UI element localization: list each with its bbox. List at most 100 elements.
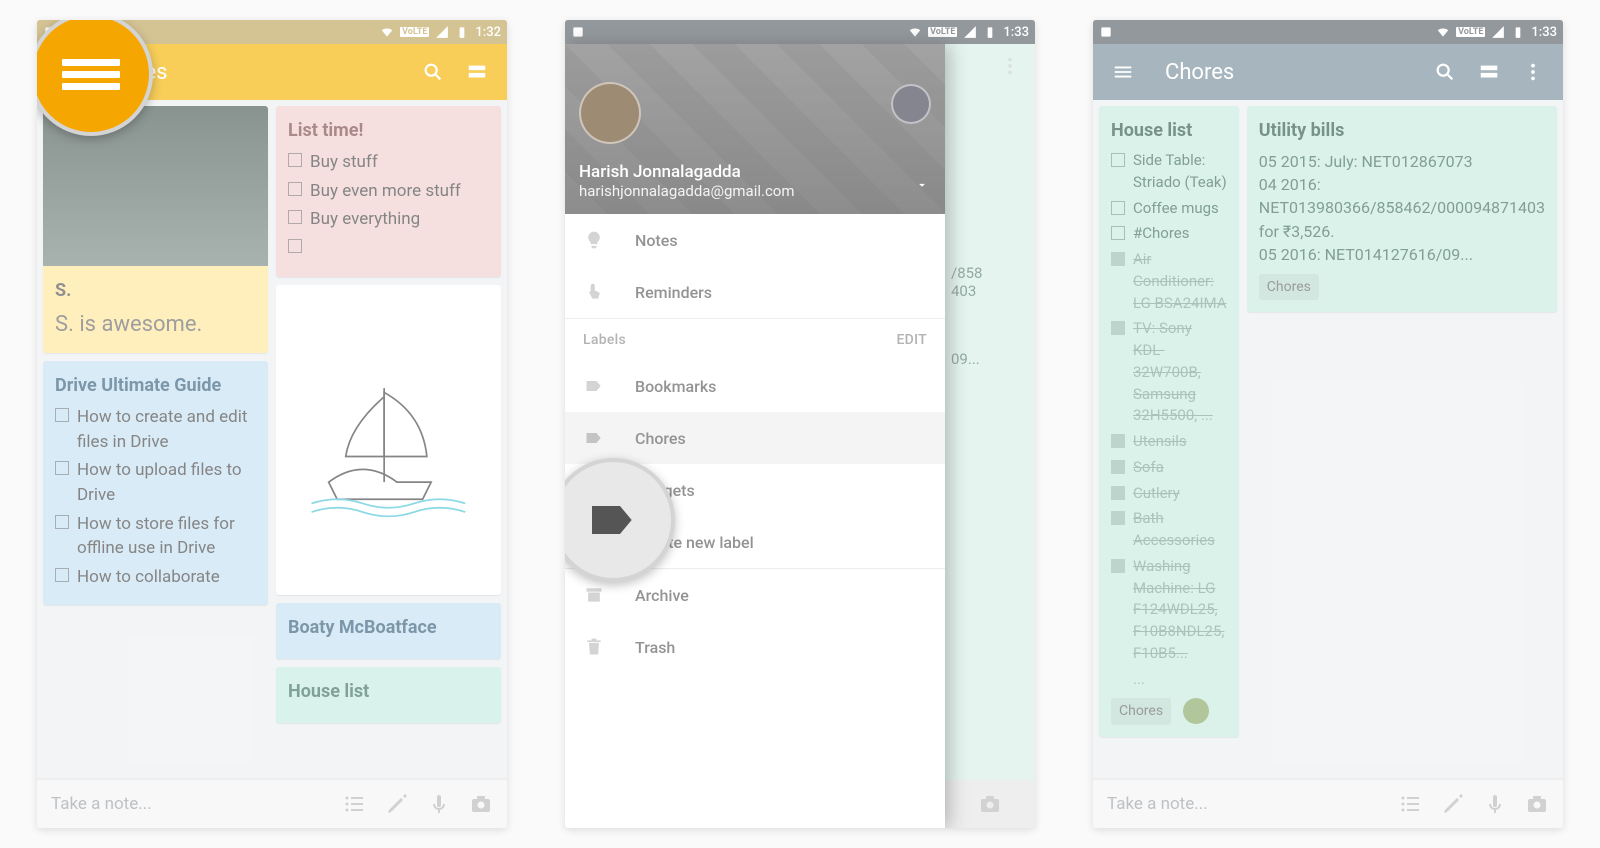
checklist-item: How to collaborate [55,565,256,590]
status-time: 1:33 [1003,25,1029,40]
battery-icon [1511,25,1525,39]
note-title: Utility bills [1259,118,1545,144]
labels-edit-button[interactable]: EDIT [896,332,927,348]
app-bar: Chores [1093,44,1563,100]
menu-button[interactable] [1101,50,1145,94]
overflow-button[interactable] [1511,50,1555,94]
new-photo-icon[interactable] [1525,792,1549,816]
nav-item-label: Archive [635,586,689,605]
lightbulb-icon [583,229,605,251]
label-bookmarks[interactable]: Bookmarks [565,360,945,412]
checklist-item-done: Washing Machine: LG F124WDL25, F10B8NDL2… [1111,556,1227,665]
wifi-icon [908,25,922,39]
label-icon [585,492,641,548]
new-list-icon[interactable] [343,792,367,816]
battery-icon [983,25,997,39]
label-chip[interactable]: Chores [1259,274,1319,300]
checklist-item-done: Air Conditioner: LG BSA24IMA [1111,249,1227,314]
appbar-title: Notes [109,60,411,85]
new-audio-icon[interactable] [1483,792,1507,816]
volte-badge: VoLTE [1456,27,1485,37]
bottom-peek [945,780,1035,828]
wifi-icon [1436,25,1450,39]
search-button[interactable] [1423,50,1467,94]
trash-icon [583,636,605,658]
note-title: House list [1111,118,1227,144]
labels-section-header: Labels EDIT [565,318,945,360]
navigation-drawer: Harish Jonnalagadda harishjonnalagadda@g… [565,44,945,828]
note-house-list[interactable]: House list Side Table: Striado (Teak) Co… [1099,106,1239,737]
account-email: harishjonnalagadda@gmail.com [579,182,931,200]
new-drawing-icon[interactable] [1441,792,1465,816]
collaborator-avatar[interactable] [1183,698,1209,724]
note-utility-bills[interactable]: Utility bills 05 2015: July: NET01286707… [1247,106,1557,312]
ship-drawing-icon [303,354,474,525]
note-body: S. is awesome. [55,310,256,341]
nav-trash[interactable]: Trash [565,621,945,673]
volte-badge: VoLTE [928,27,957,37]
note-body: 05 2015: July: NET012867073 04 2016: NET… [1259,150,1545,266]
checklist-item-done: Utensils [1111,431,1227,453]
search-icon [1434,61,1456,83]
checklist-item: #Chores [1111,223,1227,245]
signal-icon [1491,25,1505,39]
new-drawing-icon[interactable] [385,792,409,816]
note-more-indicator: ... [1111,669,1227,691]
status-bar: VoLTE 1:33 [1093,20,1563,44]
note-title: List time! [288,118,489,144]
drawer-account-header[interactable]: Harish Jonnalagadda harishjonnalagadda@g… [565,44,945,214]
label-icon [583,375,605,397]
screenshot-indicator-icon [571,25,585,39]
note-list-time[interactable]: List time! Buy stuff Buy even more stuff… [276,106,501,277]
account-name: Harish Jonnalagadda [579,162,931,182]
note-title: S. [55,278,256,304]
view-toggle-button[interactable] [455,50,499,94]
nav-reminders[interactable]: Reminders [565,266,945,318]
label-chip[interactable]: Chores [1111,698,1171,724]
bottom-bar: Take a note... [37,780,507,828]
screenshot-3-label-chores: VoLTE 1:33 Chores House list Side Table:… [1093,20,1563,828]
screenshot-indicator-icon [1099,25,1113,39]
status-time: 1:32 [475,25,501,40]
note-drawing-ship[interactable] [276,285,501,595]
take-note-input[interactable]: Take a note... [51,794,325,814]
note-image-s[interactable]: S. S. is awesome. [43,106,268,353]
checklist-item: Buy stuff [288,150,489,175]
chevron-down-icon[interactable] [915,178,929,192]
checklist-item: Coffee mugs [1111,198,1227,220]
checklist-item-done: Sofa [1111,457,1227,479]
nav-item-label: Bookmarks [635,377,716,396]
battery-icon [455,25,469,39]
note-title: House list [288,679,489,705]
take-note-input[interactable]: Take a note... [1107,794,1381,814]
signal-icon [435,25,449,39]
hamburger-icon [62,54,120,95]
archive-icon [583,584,605,606]
new-audio-icon[interactable] [427,792,451,816]
note-boaty[interactable]: Boaty McBoatface [276,603,501,659]
nav-item-label: Chores [635,429,686,448]
status-bar: VoLTE 1:33 [565,20,1035,44]
wifi-icon [380,25,394,39]
search-button[interactable] [411,50,455,94]
avatar-secondary[interactable] [891,84,931,124]
new-photo-icon[interactable] [469,792,493,816]
notes-grid: House list Side Table: Striado (Teak) Co… [1093,100,1563,784]
appbar-title: Chores [1165,60,1423,85]
checklist-item: Buy everything [288,207,489,232]
nav-notes[interactable]: Notes [565,214,945,266]
screenshot-1-notes-home: VoLTE 1:32 Notes S. S. is awesome. D [37,20,507,828]
note-title: Boaty McBoatface [288,615,489,641]
checklist-item-done: Bath Accessories [1111,508,1227,552]
label-icon [583,427,605,449]
checklist-item-done: Cutlery [1111,483,1227,505]
finger-tap-icon [583,281,605,303]
menu-icon [1112,61,1134,83]
note-house-list[interactable]: House list [276,667,501,723]
avatar-primary[interactable] [579,82,641,144]
view-toggle-button[interactable] [1467,50,1511,94]
label-chores[interactable]: Chores [565,412,945,464]
new-list-icon[interactable] [1399,792,1423,816]
note-drive-guide[interactable]: Drive Ultimate Guide How to create and e… [43,361,268,606]
nav-item-label: Notes [635,231,678,250]
